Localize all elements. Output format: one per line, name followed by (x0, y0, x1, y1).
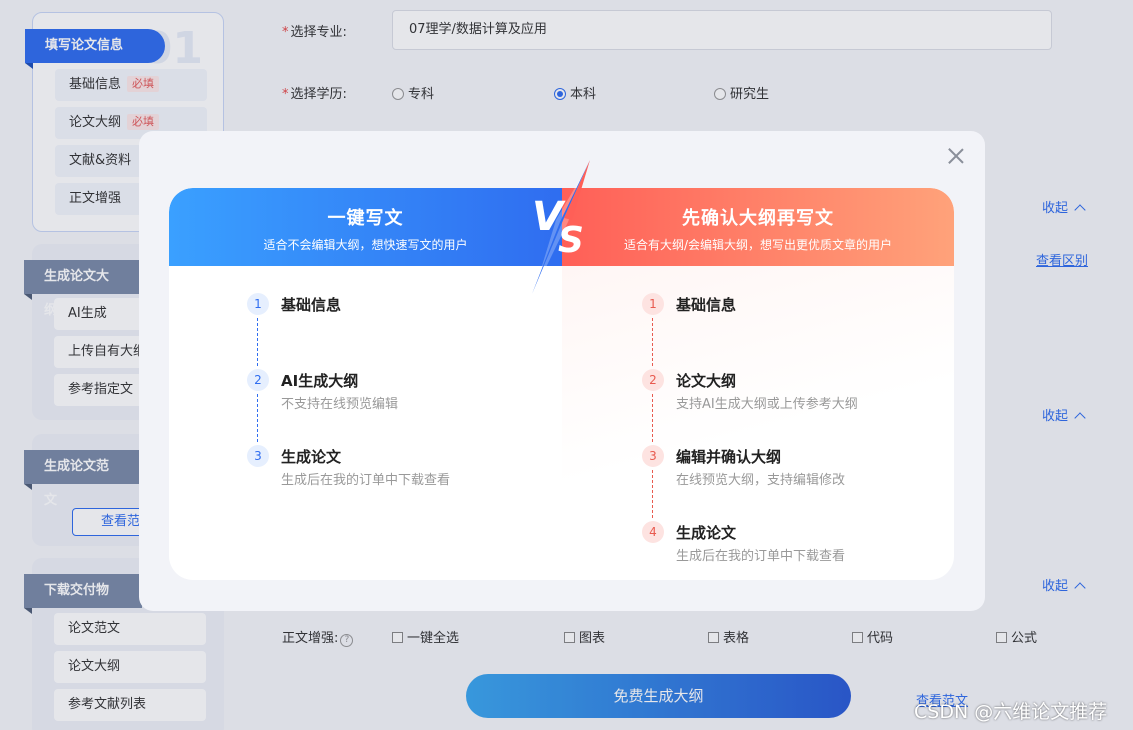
vs-emblem: V S (532, 160, 591, 294)
step-desc: 生成后在我的订单中下载查看 (281, 473, 451, 488)
panel-title: 一键写文 (327, 208, 404, 229)
step-desc: 不支持在线预览编辑 (281, 397, 399, 412)
step-desc: 支持AI生成大纲或上传参考大纲 (676, 397, 858, 412)
one-click-panel[interactable]: 一键写文 适合不会编辑大纲，想快速写文的用户 1 基础信息 2 AI生成大纲 不… (169, 188, 562, 580)
step-title: 基础信息 (676, 296, 737, 314)
step-connector (652, 470, 653, 518)
step-number: 1 (642, 293, 664, 315)
step-title: 编辑并确认大纲 (676, 448, 782, 466)
step-number: 3 (247, 445, 269, 467)
step-number: 3 (642, 445, 664, 467)
panel-subtitle: 适合不会编辑大纲，想快速写文的用户 (263, 238, 468, 252)
step-desc: 生成后在我的订单中下载查看 (676, 549, 846, 564)
vs-letter-s: S (558, 220, 584, 261)
step-title: 生成论文 (676, 524, 737, 542)
step-number: 2 (247, 369, 269, 391)
step-desc: 在线预览大纲，支持编辑修改 (676, 473, 846, 488)
step-connector (652, 394, 653, 442)
outline-first-panel[interactable]: 先确认大纲再写文 适合有大纲/会编辑大纲，想写出更优质文章的用户 1 基础信息 … (562, 188, 954, 580)
outline-first-header: 先确认大纲再写文 适合有大纲/会编辑大纲，想写出更优质文章的用户 (562, 188, 954, 266)
step-number: 1 (247, 293, 269, 315)
close-icon[interactable] (945, 145, 967, 167)
step-title: 基础信息 (281, 296, 342, 314)
panel-title: 先确认大纲再写文 (682, 208, 834, 229)
one-click-header: 一键写文 适合不会编辑大纲，想快速写文的用户 (169, 188, 562, 266)
step-title: AI生成大纲 (281, 372, 359, 390)
step-number: 2 (642, 369, 664, 391)
step-connector (652, 318, 653, 366)
step-title: 论文大纲 (676, 372, 737, 390)
step-connector (257, 394, 258, 442)
step-number: 4 (642, 521, 664, 543)
step-title: 生成论文 (281, 448, 342, 466)
watermark: CSDN @六维论文推荐 (914, 701, 1108, 723)
panel-subtitle: 适合有大纲/会编辑大纲，想写出更优质文章的用户 (623, 238, 893, 252)
step-connector (257, 318, 258, 366)
vs-slash-red (564, 160, 590, 220)
